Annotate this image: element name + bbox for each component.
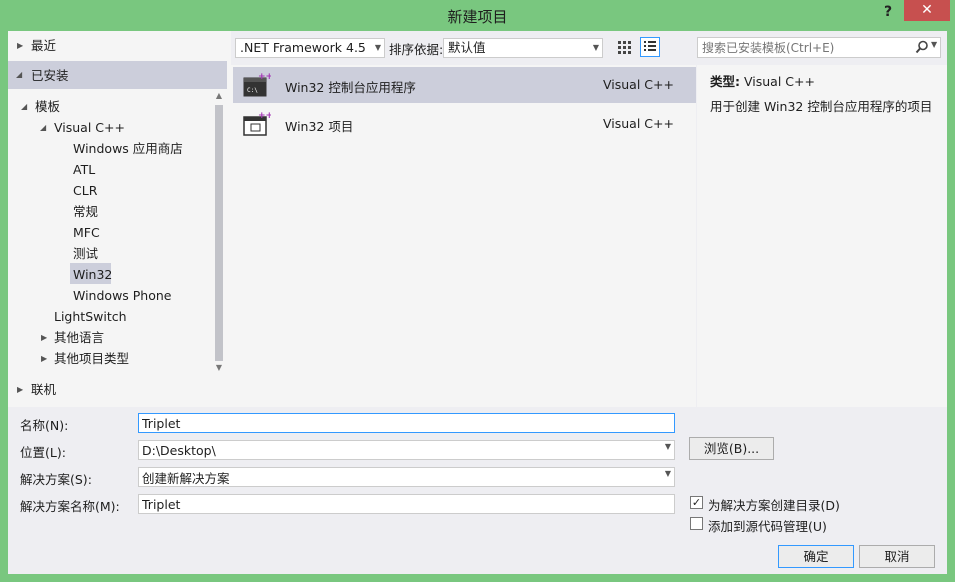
tree-item-label: 联机: [31, 382, 57, 397]
solution-name-label: 解决方案名称(M):: [20, 499, 120, 514]
expand-arrow-icon: ▶: [17, 385, 24, 394]
template-type: 类型: Visual C++: [710, 71, 815, 90]
create-dir-checkbox[interactable]: ✓: [690, 496, 703, 509]
tree-item-general[interactable]: 常规: [73, 201, 98, 222]
name-field[interactable]: [138, 413, 675, 433]
chevron-down-icon[interactable]: ▼: [931, 40, 937, 49]
chevron-down-icon[interactable]: ▼: [665, 442, 671, 451]
tree-item-label: 最近: [31, 38, 57, 53]
tree-item-label: 其他项目类型: [54, 351, 130, 366]
sort-value: 默认值: [448, 40, 486, 55]
scroll-thumb[interactable]: [215, 105, 223, 361]
list-view-icon: [644, 41, 656, 51]
template-toolbar: .NET Framework 4.5 ▼ 排序依据: 默认值 ▼: [235, 37, 695, 59]
help-button[interactable]: ?: [876, 2, 900, 22]
location-combo[interactable]: ▼: [138, 440, 675, 460]
template-item-win32-console[interactable]: C:\ ++ Win32 控制台应用程序 Visual C++: [233, 67, 696, 103]
tree-item-windows-store[interactable]: Windows 应用商店: [73, 138, 183, 159]
solution-combo[interactable]: ▼: [138, 467, 675, 487]
tree-item-label: 已安装: [31, 68, 69, 83]
scroll-down-icon[interactable]: ▼: [213, 363, 225, 375]
type-label: 类型:: [710, 74, 740, 89]
name-input[interactable]: [142, 415, 624, 431]
tree-item-win32[interactable]: Win32: [73, 264, 112, 285]
tree-item-visual-cpp[interactable]: ◢ Visual C++: [8, 117, 208, 138]
solution-name-input[interactable]: [142, 496, 624, 512]
template-language: Visual C++: [603, 77, 674, 92]
tree-item-clr[interactable]: CLR: [73, 180, 97, 201]
template-item-win32-project[interactable]: ++ Win32 项目 Visual C++: [233, 106, 696, 142]
close-icon: ✕: [921, 2, 933, 18]
tree-item-mfc[interactable]: MFC: [73, 222, 100, 243]
collapse-arrow-icon: ◢: [21, 102, 28, 111]
template-description: 用于创建 Win32 控制台应用程序的项目: [710, 99, 933, 114]
template-search[interactable]: ▼: [697, 37, 941, 58]
svg-text:++: ++: [258, 72, 271, 82]
tree-item-label: 其他语言: [54, 330, 105, 345]
tree-item-recent[interactable]: ▶ 最近: [8, 35, 227, 56]
tree-item-other-languages[interactable]: ▶ 其他语言: [8, 327, 208, 348]
framework-value: .NET Framework 4.5: [240, 40, 366, 55]
scroll-up-icon[interactable]: ▲: [213, 91, 225, 103]
search-input[interactable]: [702, 39, 902, 56]
source-control-checkbox[interactable]: [690, 517, 703, 530]
location-label: 位置(L):: [20, 445, 66, 460]
template-name: Win32 项目: [285, 119, 354, 134]
tree-item-lightswitch[interactable]: LightSwitch: [54, 306, 127, 327]
chevron-down-icon: ▼: [374, 43, 381, 52]
sort-select[interactable]: 默认值 ▼: [443, 38, 603, 58]
cancel-button[interactable]: 取消: [859, 545, 935, 568]
expand-arrow-icon: ▶: [17, 41, 24, 50]
dialog-title: 新建项目: [447, 8, 508, 26]
solution-input[interactable]: [142, 469, 624, 485]
tree-item-installed[interactable]: ◢ 已安装: [8, 61, 227, 89]
new-project-dialog: 新建项目 ? ✕ ▶ 最近 ◢ 已安装 ◢ 模板 ◢ Visual C++ Wi…: [0, 0, 955, 582]
tree-item-windows-phone[interactable]: Windows Phone: [73, 285, 172, 306]
tree-item-templates[interactable]: ◢ 模板: [8, 96, 208, 117]
template-language: Visual C++: [603, 116, 674, 131]
console-app-icon: C:\ ++: [243, 72, 271, 97]
svg-text:++: ++: [258, 111, 271, 121]
dialog-body: ▶ 最近 ◢ 已安装 ◢ 模板 ◢ Visual C++ Windows 应用商…: [8, 31, 947, 574]
chevron-down-icon[interactable]: ▼: [665, 469, 671, 478]
collapse-arrow-icon: ◢: [16, 70, 23, 79]
list-view-button[interactable]: [640, 37, 660, 57]
source-control-label: 添加到源代码管理(U): [708, 519, 827, 534]
tree-item-label: Visual C++: [54, 120, 125, 135]
sort-label: 排序依据:: [389, 42, 444, 57]
template-tree: ▶ 最近 ◢ 已安装 ◢ 模板 ◢ Visual C++ Windows 应用商…: [8, 31, 231, 407]
win32-project-icon: ++: [243, 111, 271, 136]
template-description-panel: 类型: Visual C++ 用于创建 Win32 控制台应用程序的项目: [697, 65, 947, 407]
expand-arrow-icon: ▶: [41, 354, 48, 363]
framework-select[interactable]: .NET Framework 4.5 ▼: [235, 38, 385, 58]
tree-item-online[interactable]: ▶ 联机: [8, 379, 227, 400]
name-label: 名称(N):: [20, 418, 69, 433]
collapse-arrow-icon: ◢: [40, 123, 47, 132]
grid-view-icon[interactable]: [617, 39, 633, 55]
type-value: Visual C++: [743, 74, 815, 89]
solution-name-field[interactable]: [138, 494, 675, 514]
template-list: C:\ ++ Win32 控制台应用程序 Visual C++ ++ Win32…: [231, 65, 696, 407]
search-icon[interactable]: [915, 40, 929, 54]
expand-arrow-icon: ▶: [41, 333, 48, 342]
browse-button[interactable]: 浏览(B)...: [689, 437, 774, 460]
create-dir-label: 为解决方案创建目录(D): [708, 498, 840, 513]
template-name: Win32 控制台应用程序: [285, 80, 416, 95]
tree-item-atl[interactable]: ATL: [73, 159, 95, 180]
tree-item-test[interactable]: 测试: [73, 243, 98, 264]
tree-item-label: 模板: [35, 99, 61, 114]
solution-label: 解决方案(S):: [20, 472, 92, 487]
close-button[interactable]: ✕: [904, 0, 950, 21]
location-input[interactable]: [142, 442, 624, 458]
chevron-down-icon: ▼: [592, 43, 599, 52]
ok-button[interactable]: 确定: [778, 545, 854, 568]
svg-text:C:\: C:\: [247, 87, 258, 94]
tree-item-other-project-types[interactable]: ▶ 其他项目类型: [8, 348, 208, 369]
title-bar: 新建项目 ? ✕: [0, 0, 955, 30]
tree-scrollbar[interactable]: ▲ ▼: [213, 91, 225, 375]
